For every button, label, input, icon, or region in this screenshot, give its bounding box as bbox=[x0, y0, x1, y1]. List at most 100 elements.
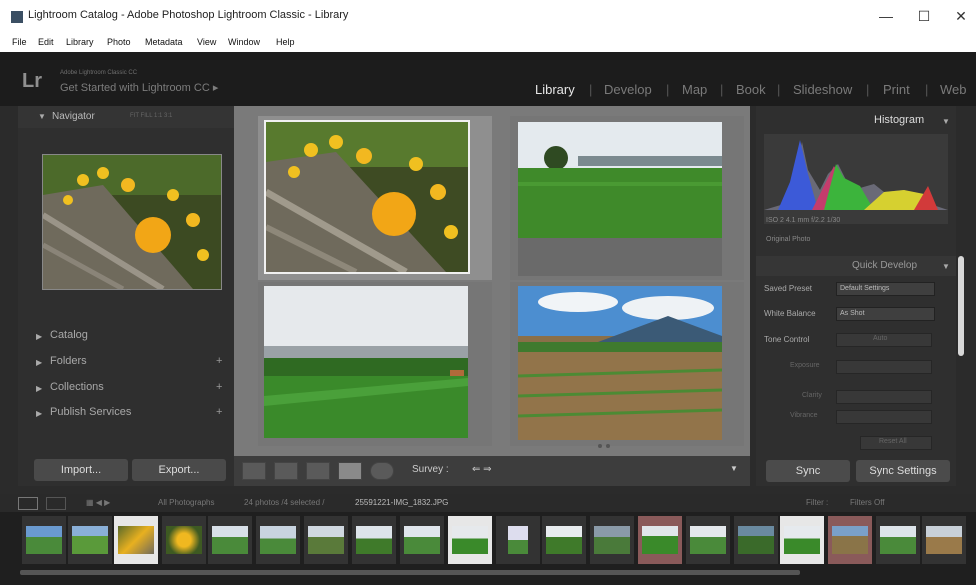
add-collection-icon[interactable]: + bbox=[216, 381, 222, 393]
filmstrip-thumbnail[interactable] bbox=[352, 516, 396, 564]
navigator-preview[interactable] bbox=[42, 154, 222, 290]
filter-select[interactable]: Filters Off bbox=[850, 498, 885, 507]
collapse-triangle-icon[interactable]: ▼ bbox=[942, 117, 950, 126]
navigator-header[interactable]: ▼ Navigator FIT FILL 1:1 3:1 bbox=[18, 106, 234, 128]
photo-thumbnail[interactable] bbox=[518, 122, 722, 276]
publish-services-section[interactable]: Publish Services bbox=[50, 406, 131, 418]
photo-thumbnail[interactable] bbox=[264, 120, 470, 274]
add-publish-service-icon[interactable]: + bbox=[216, 406, 222, 418]
filmstrip-scrollbar[interactable] bbox=[20, 570, 800, 575]
sync-settings-button[interactable]: Sync Settings bbox=[856, 460, 950, 482]
sync-button[interactable]: Sync bbox=[766, 460, 850, 482]
menu-file[interactable]: File bbox=[12, 37, 27, 47]
module-slideshow[interactable]: Slideshow bbox=[793, 82, 852, 97]
filmstrip-thumbnail[interactable] bbox=[114, 516, 158, 564]
clarity-buttons[interactable] bbox=[836, 390, 932, 404]
expand-triangle-icon[interactable]: ▶ bbox=[36, 358, 42, 367]
catalog-section[interactable]: Catalog bbox=[50, 329, 88, 341]
people-view-icon[interactable] bbox=[370, 462, 394, 480]
filmstrip-thumbnail[interactable] bbox=[256, 516, 300, 564]
module-map[interactable]: Map bbox=[682, 82, 707, 97]
filmstrip-thumbnail[interactable] bbox=[686, 516, 730, 564]
get-started-link[interactable]: Get Started with Lightroom CC ▸ bbox=[60, 81, 218, 94]
grid-view-icon[interactable] bbox=[242, 462, 266, 480]
filmstrip-thumbnail[interactable] bbox=[448, 516, 492, 564]
filmstrip-filename[interactable]: 25591221-IMG_1832.JPG bbox=[355, 498, 448, 507]
menu-photo[interactable]: Photo bbox=[107, 37, 131, 47]
menu-library[interactable]: Library bbox=[66, 37, 94, 47]
filmstrip-thumbnail[interactable] bbox=[780, 516, 824, 564]
menu-view[interactable]: View bbox=[197, 37, 216, 47]
filmstrip-thumbnail[interactable] bbox=[542, 516, 586, 564]
filmstrip-thumbnail[interactable] bbox=[922, 516, 966, 564]
module-web[interactable]: Web bbox=[940, 82, 967, 97]
exposure-buttons[interactable] bbox=[836, 360, 932, 374]
collections-section[interactable]: Collections bbox=[50, 381, 104, 393]
add-folder-icon[interactable]: + bbox=[216, 355, 222, 367]
filmstrip-thumbnail[interactable] bbox=[876, 516, 920, 564]
saved-preset-label: Saved Preset bbox=[764, 284, 813, 293]
tone-auto-button[interactable]: Auto bbox=[836, 333, 932, 347]
maximize-button[interactable]: ☐ bbox=[914, 8, 934, 24]
filmstrip-count: 24 photos /4 selected / bbox=[244, 498, 325, 507]
expand-triangle-icon[interactable]: ▶ bbox=[36, 332, 42, 341]
right-panel-scrollbar[interactable] bbox=[958, 256, 964, 356]
filmstrip-thumbnail[interactable] bbox=[304, 516, 348, 564]
secondary-window-icon[interactable] bbox=[46, 497, 66, 510]
navigator-zoom-options[interactable]: FIT FILL 1:1 3:1 bbox=[130, 113, 172, 119]
window-titlebar: Lightroom Catalog - Adobe Photoshop Ligh… bbox=[0, 0, 976, 34]
filmstrip-thumbnail[interactable] bbox=[638, 516, 682, 564]
compare-view-icon[interactable] bbox=[306, 462, 330, 480]
import-button[interactable]: Import... bbox=[34, 459, 128, 481]
menu-metadata[interactable]: Metadata bbox=[145, 37, 183, 47]
grid-cell[interactable] bbox=[510, 282, 744, 446]
filmstrip-thumbnail[interactable] bbox=[68, 516, 112, 564]
grid-toggle-icon[interactable]: ▦ ◀ ▶ bbox=[86, 498, 110, 507]
saved-preset-select[interactable]: Default Settings bbox=[836, 282, 935, 296]
filmstrip-thumbnail[interactable] bbox=[734, 516, 778, 564]
white-balance-select[interactable]: As Shot bbox=[836, 307, 935, 321]
module-book[interactable]: Book bbox=[736, 82, 766, 97]
menu-help[interactable]: Help bbox=[276, 37, 295, 47]
photo-thumbnail[interactable] bbox=[264, 286, 468, 438]
grid-cell[interactable] bbox=[258, 282, 492, 446]
primary-window-icon[interactable] bbox=[18, 497, 38, 510]
photo-flowers-track bbox=[266, 122, 468, 272]
reset-all-button[interactable]: Reset All bbox=[860, 436, 932, 450]
thumb-image bbox=[880, 526, 916, 554]
module-library[interactable]: Library bbox=[535, 82, 575, 97]
histogram-label[interactable]: Histogram bbox=[874, 114, 924, 126]
filmstrip-thumbnail[interactable] bbox=[400, 516, 444, 564]
collapse-triangle-icon[interactable]: ▼ bbox=[38, 112, 46, 121]
grid-cell[interactable] bbox=[258, 116, 492, 280]
clarity-label: Clarity bbox=[802, 392, 822, 399]
thumb-image bbox=[508, 526, 528, 554]
filmstrip-source[interactable]: All Photographs bbox=[158, 498, 214, 507]
expand-triangle-icon[interactable]: ▶ bbox=[36, 384, 42, 393]
grid-cell[interactable] bbox=[510, 116, 744, 280]
module-print[interactable]: Print bbox=[883, 82, 910, 97]
toolbar-menu-chevron-icon[interactable]: ▼ bbox=[730, 464, 738, 473]
collapse-triangle-icon[interactable]: ▼ bbox=[942, 262, 950, 271]
filmstrip-thumbnail[interactable] bbox=[162, 516, 206, 564]
left-panel: ▼ Navigator FIT FILL 1:1 3:1 ▶ Catalog ▶… bbox=[18, 106, 234, 486]
photo-thumbnail[interactable] bbox=[518, 286, 722, 440]
export-button[interactable]: Export... bbox=[132, 459, 226, 481]
menu-window[interactable]: Window bbox=[228, 37, 260, 47]
menu-edit[interactable]: Edit bbox=[38, 37, 54, 47]
navigate-arrows-icon[interactable]: ⇐ ⇒ bbox=[472, 464, 492, 475]
minimize-button[interactable]: — bbox=[876, 8, 896, 24]
survey-view-icon[interactable] bbox=[338, 462, 362, 480]
filmstrip-thumbnail[interactable] bbox=[208, 516, 252, 564]
filmstrip-thumbnail[interactable] bbox=[22, 516, 66, 564]
module-develop[interactable]: Develop bbox=[604, 82, 652, 97]
folders-section[interactable]: Folders bbox=[50, 355, 87, 367]
close-button[interactable]: ✕ bbox=[951, 8, 971, 24]
vibrance-buttons[interactable] bbox=[836, 410, 932, 424]
filmstrip-thumbnail[interactable] bbox=[828, 516, 872, 564]
filmstrip-thumbnail[interactable] bbox=[496, 516, 540, 564]
loupe-view-icon[interactable] bbox=[274, 462, 298, 480]
filmstrip-thumbnail[interactable] bbox=[590, 516, 634, 564]
expand-triangle-icon[interactable]: ▶ bbox=[36, 409, 42, 418]
quick-develop-header[interactable]: Quick Develop ▼ bbox=[756, 256, 956, 276]
